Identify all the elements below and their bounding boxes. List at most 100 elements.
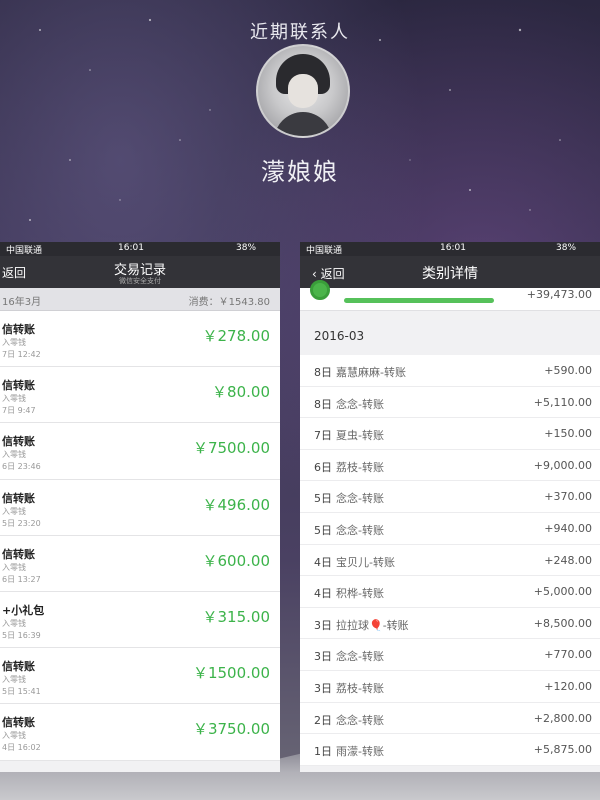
nav-bar: 返回 交易记录 微信安全支付 (0, 256, 280, 288)
detail-sender: 嘉慧麻麻-转账 (336, 366, 406, 379)
transaction-amount: ￥496.00 (202, 495, 271, 514)
detail-sender: 念念-转账 (336, 713, 384, 727)
transaction-row[interactable]: 信转账 入零钱 7日 12:42 ￥278.00 (0, 311, 280, 368)
detail-day: 6日 (314, 460, 332, 474)
transaction-row[interactable]: 信转账 入零钱 6日 13:27 ￥600.00 (0, 536, 280, 592)
status-time: 16:01 (118, 243, 144, 253)
detail-day: 8日 (314, 366, 332, 379)
detail-row[interactable]: 8日 念念-转账 +5,110.00 (300, 387, 600, 419)
detail-amount: +5,875.00 (533, 743, 592, 757)
detail-sender: 荔枝-转账 (336, 460, 384, 474)
transaction-subtitle: 入零钱 (2, 506, 26, 516)
status-time: 16:01 (440, 243, 466, 253)
detail-row[interactable]: 5日 念念-转账 +940.00 (300, 513, 600, 545)
transaction-date: 4日 16:02 (2, 743, 41, 753)
detail-amount: +120.00 (544, 679, 592, 693)
transaction-date: 7日 9:47 (2, 406, 36, 416)
transaction-amount: ￥1500.00 (192, 664, 270, 683)
detail-row[interactable]: 3日 念念-转账 +770.00 (300, 639, 600, 671)
status-bar: 中国联通 16:01 38% (300, 242, 600, 256)
detail-amount: +150.00 (544, 427, 592, 441)
detail-amount: +5,110.00 (533, 395, 592, 409)
detail-day: 3日 (314, 681, 332, 695)
month-total: 消费：￥1543.80 (188, 297, 270, 308)
transaction-subtitle: 入零钱 (2, 731, 26, 741)
detail-day: 7日 (314, 429, 332, 443)
page-title: 类别详情 (422, 266, 478, 282)
transaction-subtitle: 入零钱 (2, 618, 26, 628)
month-header: 16年3月 消费：￥1543.80 (0, 288, 280, 311)
detail-sender: 宝贝儿-转账 (336, 555, 395, 569)
section-header: 2016-03 (300, 311, 600, 355)
detail-row[interactable]: 4日 积桦-转账 +5,000.00 (300, 576, 600, 608)
detail-row[interactable]: 4日 宝贝儿-转账 +248.00 (300, 545, 600, 577)
transaction-row[interactable]: +小礼包 入零钱 5日 16:39 ￥315.00 (0, 592, 280, 649)
detail-amount: +248.00 (544, 553, 592, 567)
detail-sender: 念念-转账 (336, 397, 384, 411)
detail-amount: +2,800.00 (533, 711, 592, 725)
transaction-amount: ￥315.00 (202, 607, 271, 626)
transaction-amount: ￥3750.00 (192, 720, 270, 739)
detail-row[interactable]: 5日 念念-转账 +370.00 (300, 481, 600, 513)
detail-row[interactable]: 6日 荔枝-转账 +9,000.00 (300, 450, 600, 482)
detail-sender: 夏虫-转账 (336, 429, 384, 443)
detail-row[interactable]: 3日 拉拉球🎈-转账 +8,500.00 (300, 608, 600, 640)
transaction-subtitle: 入零钱 (2, 394, 26, 404)
transaction-title: +小礼包 (2, 603, 45, 617)
transaction-date: 5日 23:20 (2, 518, 41, 528)
transaction-subtitle: 入零钱 (2, 675, 26, 685)
transaction-date: 6日 13:27 (2, 574, 41, 584)
detail-day: 4日 (314, 587, 332, 601)
detail-amount: +770.00 (544, 648, 592, 662)
battery-label: 38% (236, 243, 257, 253)
transaction-row[interactable]: 信转账 入零钱 4日 16:02 ￥3750.00 (0, 704, 280, 761)
transaction-date: 5日 16:39 (2, 630, 41, 640)
transaction-title: 信转账 (2, 547, 35, 561)
transaction-date: 5日 15:41 (2, 687, 41, 697)
category-total: +39,473.00 (526, 288, 592, 301)
transaction-records-screen: 中国联通 16:01 38% 返回 交易记录 微信安全支付 16年3月 消费：￥… (0, 242, 280, 772)
transaction-row[interactable]: 信转账 入零钱 5日 23:20 ￥496.00 (0, 480, 280, 536)
battery-label: 38% (556, 243, 577, 253)
transaction-date: 6日 23:46 (2, 462, 41, 472)
transaction-date: 7日 12:42 (2, 350, 41, 359)
transaction-title: 信转账 (2, 660, 35, 674)
transaction-row[interactable]: 信转账 入零钱 5日 15:41 ￥1500.00 (0, 648, 280, 705)
transaction-subtitle: 入零钱 (2, 562, 26, 572)
carrier-label: 中国联通 (6, 246, 43, 256)
transaction-amount: ￥7500.00 (192, 439, 270, 458)
month-label: 16年3月 (2, 297, 42, 308)
transaction-row[interactable]: 信转账 入零钱 6日 23:46 ￥7500.00 (0, 423, 280, 480)
detail-sender: 念念-转账 (336, 523, 384, 537)
detail-row[interactable]: 2日 念念-转账 +2,800.00 (300, 703, 600, 735)
detail-day: 1日 (314, 745, 332, 759)
detail-row[interactable]: 8日 嘉慧麻麻-转账 +590.00 (300, 355, 600, 387)
detail-row[interactable]: 7日 夏虫-转账 +150.00 (300, 418, 600, 450)
transaction-amount: ￥80.00 (212, 383, 270, 402)
page-subtitle: 微信安全支付 (119, 277, 161, 285)
status-bar: 中国联通 16:01 38% (0, 242, 280, 256)
transaction-subtitle: 入零钱 (2, 450, 26, 460)
detail-amount: +9,000.00 (533, 458, 592, 472)
detail-sender: 念念-转账 (336, 650, 384, 664)
transaction-title: 信转账 (2, 435, 35, 449)
transaction-title: 信转账 (2, 323, 35, 336)
category-progress-bar (344, 298, 494, 303)
detail-amount: +5,000.00 (533, 585, 592, 599)
detail-amount: +8,500.00 (533, 616, 592, 630)
transaction-title: 信转账 (2, 379, 35, 393)
transaction-row[interactable]: 信转账 入零钱 7日 9:47 ￥80.00 (0, 367, 280, 424)
contact-name: 濛娘娘 (261, 158, 339, 186)
category-summary: +39,473.00 (300, 280, 600, 311)
detail-row[interactable]: 3日 荔枝-转账 +120.00 (300, 671, 600, 703)
detail-day: 5日 (314, 523, 332, 537)
category-detail-list: 8日 嘉慧麻麻-转账 +590.00 8日 念念-转账 +5,110.00 7日… (300, 355, 600, 766)
transaction-amount: ￥278.00 (202, 327, 271, 345)
detail-day: 8日 (314, 397, 332, 411)
contact-avatar[interactable] (256, 44, 350, 138)
detail-sender: 拉拉球🎈-转账 (336, 618, 409, 632)
detail-sender: 荔枝-转账 (336, 681, 384, 695)
nav-bar: ‹ 返回 类别详情 (300, 256, 600, 288)
category-icon (310, 280, 330, 300)
detail-row[interactable]: 1日 雨濛-转账 +5,875.00 (300, 734, 600, 766)
